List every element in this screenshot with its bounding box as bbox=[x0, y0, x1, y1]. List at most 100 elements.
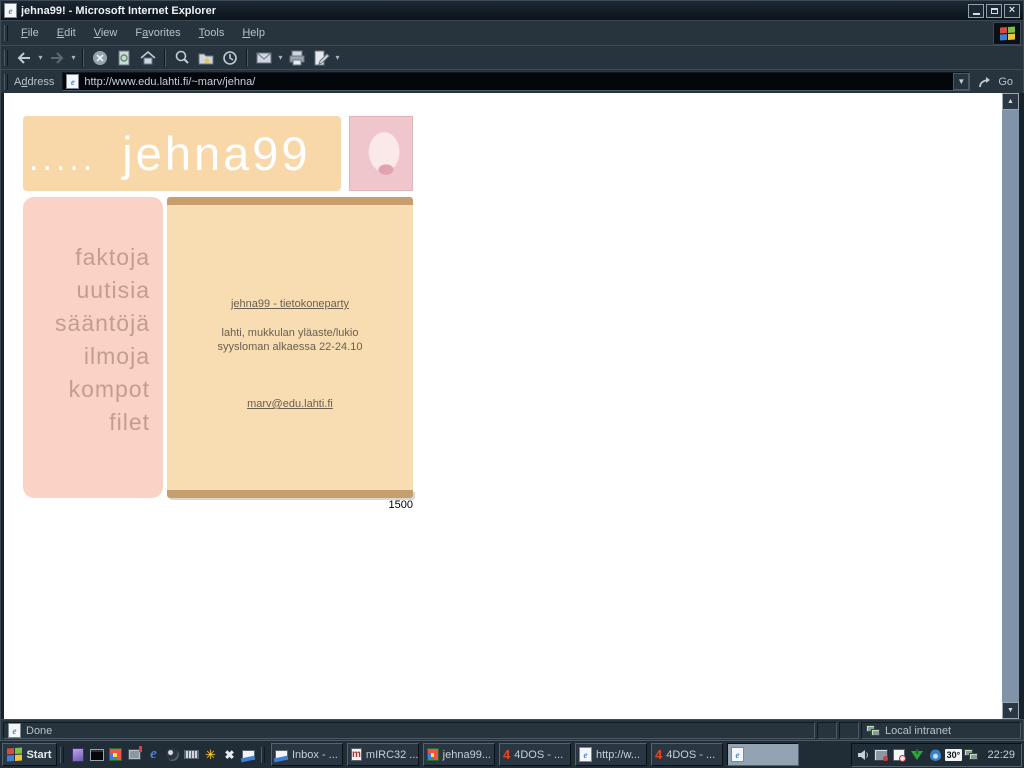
toolbar-more-dropdown[interactable]: ▾ bbox=[333, 47, 342, 68]
print-icon bbox=[287, 48, 307, 68]
temperature-badge[interactable]: 30° bbox=[945, 747, 961, 763]
console-icon[interactable] bbox=[88, 746, 105, 763]
content-box-top-bar bbox=[167, 197, 413, 205]
scroll-down-button[interactable]: ▼ bbox=[1002, 702, 1019, 719]
menu-edit[interactable]: Edit bbox=[48, 23, 85, 43]
restore-button[interactable] bbox=[986, 4, 1002, 18]
menu-bar: File Edit View Favorites Tools Help bbox=[1, 20, 1023, 45]
taskbar-button-inbox[interactable]: Inbox - ... bbox=[271, 743, 343, 766]
windows-flag-icon bbox=[1000, 26, 1015, 40]
home-icon bbox=[138, 48, 158, 68]
mailbox-icon[interactable] bbox=[126, 746, 143, 763]
party-link[interactable]: jehna99 - tietokoneparty bbox=[231, 298, 349, 310]
status-bar: e Done Local intranet bbox=[1, 719, 1023, 741]
mirc-icon: m bbox=[351, 748, 362, 761]
forward-dropdown[interactable]: ▾ bbox=[69, 47, 78, 68]
taskbar-button-jehna99[interactable]: jehna99... bbox=[423, 743, 495, 766]
outlook-express-icon[interactable] bbox=[240, 746, 257, 763]
minimize-button[interactable] bbox=[968, 4, 984, 18]
home-button[interactable] bbox=[136, 47, 160, 68]
window-title: jehna99! - Microsoft Internet Explorer bbox=[21, 5, 968, 17]
back-dropdown[interactable]: ▾ bbox=[36, 47, 45, 68]
menu-tools[interactable]: Tools bbox=[190, 23, 234, 43]
page-area: ..... jehna99 faktoja uutisia sääntöjä i… bbox=[1, 93, 1024, 719]
vertical-scrollbar[interactable]: ▲ ▼ bbox=[1002, 93, 1019, 719]
zone-text: Local intranet bbox=[885, 725, 951, 737]
display-settings-icon[interactable] bbox=[873, 747, 889, 763]
stop-icon bbox=[90, 48, 110, 68]
back-button[interactable] bbox=[12, 47, 36, 68]
go-button[interactable]: Go bbox=[970, 75, 1023, 89]
taskbar-button-mirc[interactable]: m mIRC32 ... bbox=[347, 743, 419, 766]
edit-button[interactable] bbox=[309, 47, 333, 68]
email-link[interactable]: marv@edu.lahti.fi bbox=[247, 398, 333, 410]
taskbar-grip[interactable] bbox=[261, 747, 265, 763]
standard-toolbar: ▾ ▾ ▾ ▾ bbox=[1, 45, 1023, 69]
address-url[interactable]: http://www.edu.lahti.fi/~marv/jehna/ bbox=[84, 76, 953, 88]
address-label: Address bbox=[14, 76, 54, 88]
status-mini-pane bbox=[839, 722, 859, 739]
browser-window: e jehna99! - Microsoft Internet Explorer… bbox=[0, 0, 1024, 740]
site-title: jehna99 bbox=[122, 116, 310, 191]
addressbar-grip[interactable] bbox=[4, 74, 8, 90]
forward-button[interactable] bbox=[45, 47, 69, 68]
address-input[interactable]: e http://www.edu.lahti.fi/~marv/jehna/ ▼ bbox=[62, 72, 970, 91]
back-icon bbox=[14, 48, 34, 68]
nav-item-filet[interactable]: filet bbox=[23, 406, 163, 439]
taskbar-button-4dos-2[interactable]: 4 4DOS - ... bbox=[651, 743, 723, 766]
history-button[interactable] bbox=[218, 47, 242, 68]
menu-help[interactable]: Help bbox=[233, 23, 274, 43]
nav-item-ilmoja[interactable]: ilmoja bbox=[23, 340, 163, 373]
starburst-icon[interactable]: ✳ bbox=[202, 746, 219, 763]
status-ie-icon: e bbox=[8, 723, 21, 738]
mail-dropdown[interactable]: ▾ bbox=[276, 47, 285, 68]
banner-dots: ..... bbox=[29, 122, 96, 191]
address-bar: Address e http://www.edu.lahti.fi/~marv/… bbox=[1, 69, 1023, 93]
minimize-icon bbox=[973, 13, 980, 15]
menu-favorites[interactable]: Favorites bbox=[126, 23, 189, 43]
volume-icon[interactable] bbox=[855, 747, 871, 763]
nav-item-uutisia[interactable]: uutisia bbox=[23, 274, 163, 307]
nav-item-faktoja[interactable]: faktoja bbox=[23, 241, 163, 274]
nav-item-kompot[interactable]: kompot bbox=[23, 373, 163, 406]
mail-button[interactable] bbox=[252, 47, 276, 68]
purple-app-icon[interactable] bbox=[69, 746, 86, 763]
messenger-icon[interactable] bbox=[927, 747, 943, 763]
scroll-up-button[interactable]: ▲ bbox=[1002, 93, 1019, 110]
internet-explorer-icon[interactable]: e bbox=[145, 746, 162, 763]
cd-player-icon[interactable] bbox=[164, 746, 181, 763]
x-app-icon[interactable]: ✖ bbox=[221, 746, 238, 763]
status-pane: e Done bbox=[3, 722, 815, 739]
menu-view[interactable]: View bbox=[85, 23, 127, 43]
menubar-grip[interactable] bbox=[4, 25, 8, 41]
stop-button[interactable] bbox=[88, 47, 112, 68]
refresh-button[interactable] bbox=[112, 47, 136, 68]
search-button[interactable] bbox=[170, 47, 194, 68]
close-button[interactable]: × bbox=[1004, 4, 1020, 18]
content-box: jehna99 - tietokoneparty lahti, mukkulan… bbox=[167, 197, 413, 498]
menu-file[interactable]: File bbox=[12, 23, 48, 43]
favorites-button[interactable] bbox=[194, 47, 218, 68]
address-dropdown[interactable]: ▼ bbox=[953, 73, 969, 90]
taskbar-button-active-ie[interactable]: e bbox=[727, 743, 799, 766]
calendar-icon[interactable] bbox=[107, 746, 124, 763]
date-line: syysloman alkaessa 22-24.10 bbox=[167, 341, 413, 353]
toolbar-separator bbox=[164, 49, 166, 67]
page-icon: e bbox=[66, 74, 79, 89]
satellite-icon[interactable] bbox=[909, 747, 925, 763]
toolbar-grip[interactable] bbox=[4, 50, 8, 66]
content-box-bottom-bar bbox=[167, 490, 413, 498]
taskbar-button-4dos-1[interactable]: 4 4DOS - ... bbox=[499, 743, 571, 766]
start-button[interactable]: Start bbox=[2, 743, 57, 766]
taskbar-button-http[interactable]: e http://w... bbox=[575, 743, 647, 766]
status-text: Done bbox=[26, 725, 52, 737]
print-button[interactable] bbox=[285, 47, 309, 68]
toolbar-separator bbox=[82, 49, 84, 67]
keyboard-icon[interactable] bbox=[183, 746, 200, 763]
scheduler-icon[interactable] bbox=[891, 747, 907, 763]
nav-item-saantoja[interactable]: sääntöjä bbox=[23, 307, 163, 340]
network-icon[interactable] bbox=[963, 747, 979, 763]
title-bar: e jehna99! - Microsoft Internet Explorer… bbox=[1, 1, 1023, 20]
quicklaunch-grip[interactable] bbox=[60, 747, 64, 763]
visitor-counter: 1500 bbox=[167, 499, 413, 511]
